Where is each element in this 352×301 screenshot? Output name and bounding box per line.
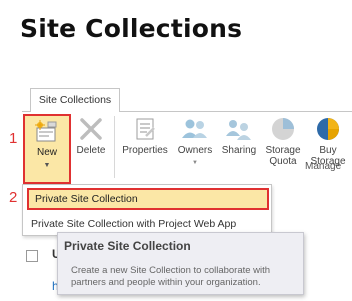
owners-button-label: Owners: [177, 145, 213, 156]
manage-group-label: Manage: [305, 161, 342, 172]
sharing-button-label: Sharing: [221, 145, 257, 156]
new-button[interactable]: New ▼: [23, 114, 71, 184]
tooltip: Private Site Collection Create a new Sit…: [57, 232, 304, 295]
delete-button-label: Delete: [76, 145, 106, 156]
storage-quota-icon: [272, 118, 294, 140]
storage-quota-button[interactable]: Storage Quota: [262, 116, 304, 167]
storage-quota-label-2: Quota: [269, 156, 297, 167]
new-dropdown-menu: Private Site Collection Private Site Col…: [22, 184, 272, 236]
menu-item-private-site-collection[interactable]: Private Site Collection: [27, 188, 269, 210]
sharing-button[interactable]: Sharing: [219, 116, 259, 156]
buy-storage-icon: [317, 118, 339, 140]
chevron-down-icon: ▼: [43, 162, 51, 169]
tab-site-collections[interactable]: Site Collections: [30, 88, 120, 112]
new-button-label: New: [36, 147, 57, 158]
owners-chevron-icon: ▼: [192, 160, 198, 166]
page-title: Site Collections: [20, 14, 243, 43]
properties-button-label: Properties: [122, 145, 168, 156]
owners-button[interactable]: Owners ▼: [175, 116, 215, 169]
properties-icon: [136, 118, 155, 140]
step-marker-2: 2: [9, 189, 18, 206]
ribbon-separator: [114, 116, 115, 178]
tooltip-description: Create a new Site Collection to collabor…: [71, 265, 271, 288]
new-site-icon: [35, 120, 57, 142]
delete-button[interactable]: Delete: [74, 116, 108, 156]
buy-storage-button[interactable]: Buy Storage: [307, 116, 349, 167]
storage-quota-label-1: Storage: [265, 145, 301, 156]
row-checkbox[interactable]: [26, 250, 38, 262]
owners-icon: [182, 119, 207, 138]
delete-icon: [80, 118, 102, 140]
buy-storage-label-1: Buy: [319, 145, 337, 156]
tooltip-title: Private Site Collection: [64, 239, 191, 253]
step-marker-1: 1: [9, 130, 18, 147]
properties-button[interactable]: Properties: [120, 116, 170, 156]
sharing-icon: [226, 120, 251, 140]
